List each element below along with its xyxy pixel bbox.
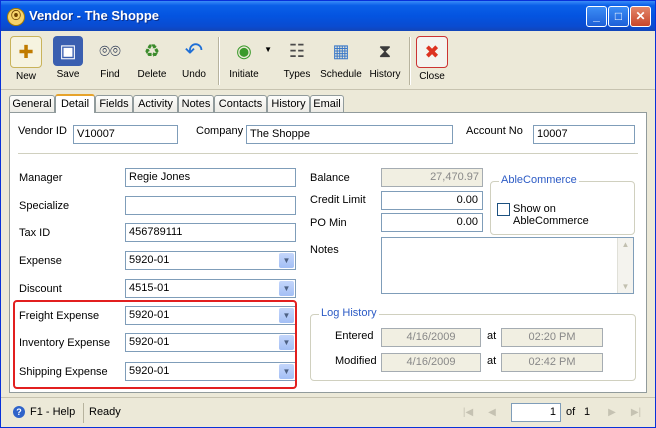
help-icon[interactable]: ? [13, 406, 25, 418]
previous-page-icon[interactable]: ◀ [483, 404, 501, 422]
types-icon: ☷ [288, 41, 306, 61]
tax-id-field[interactable]: 456789111 [125, 223, 296, 242]
modified-time-field: 02:42 PM [501, 353, 603, 372]
discount-combo[interactable]: 4515-01 ▼ [125, 279, 296, 298]
scroll-up-icon[interactable]: ▲ [619, 238, 632, 251]
highlight-box [13, 300, 297, 389]
manager-label: Manager [19, 172, 63, 184]
expense-label: Expense [19, 255, 62, 267]
page-of-label: of [566, 406, 576, 418]
tax-id-label: Tax ID [19, 227, 51, 239]
discount-value: 4515-01 [129, 282, 170, 294]
tab-general[interactable]: General [9, 95, 55, 112]
entered-time-field: 02:20 PM [501, 328, 603, 347]
modified-label: Modified [335, 355, 377, 367]
vendor-id-label: Vendor ID [18, 125, 67, 137]
po-min-field[interactable]: 0.00 [381, 213, 483, 232]
entered-at-label: at [487, 330, 497, 342]
entered-date-field: 4/16/2009 [381, 328, 481, 347]
tab-activity[interactable]: Activity [133, 95, 178, 112]
minimize-button[interactable]: _ [586, 6, 607, 27]
close-window-button[interactable]: ✕ [630, 6, 651, 27]
po-min-label: PO Min [310, 217, 347, 229]
status-bar: ? F1 - Help Ready |◀ ◀ 1 of 1 ▶ ▶| [1, 397, 655, 427]
credit-limit-field[interactable]: 0.00 [381, 191, 483, 210]
close-icon: ✖ [416, 36, 448, 68]
balance-field: 27,470.97 [381, 168, 483, 187]
company-label: Company [196, 125, 244, 137]
notes-scrollbar[interactable]: ▲ ▼ [617, 238, 633, 293]
specialize-label: Specialize [19, 200, 70, 212]
status-divider [83, 403, 84, 423]
tab-contacts[interactable]: Contacts [214, 95, 267, 112]
entered-label: Entered [335, 330, 374, 342]
save-button[interactable]: ▣ Save [46, 33, 90, 87]
company-field[interactable]: The Shoppe [246, 125, 453, 144]
save-icon: ▣ [53, 36, 83, 66]
account-no-field[interactable]: 10007 [533, 125, 635, 144]
tab-detail[interactable]: Detail [55, 94, 95, 113]
close-button[interactable]: ✖ Close [410, 33, 454, 87]
first-page-icon[interactable]: |◀ [459, 404, 477, 422]
account-no-label: Account No [466, 125, 523, 137]
modified-at-label: at [487, 355, 497, 367]
next-page-icon[interactable]: ▶ [603, 404, 621, 422]
toolbar-separator [218, 37, 220, 85]
traffic-light-icon: ◉ [236, 41, 252, 61]
undo-button[interactable]: ↶ Undo [172, 33, 216, 87]
vendor-window: ⦿ Vendor - The Shoppe _ □ ✕ ✚ New ▣ Save… [0, 0, 656, 428]
undo-icon: ↶ [184, 38, 204, 63]
initiate-dropdown-icon[interactable]: ▼ [264, 45, 272, 54]
delete-button[interactable]: ♻ Delete [130, 33, 174, 87]
new-icon: ✚ [10, 36, 42, 68]
schedule-button[interactable]: ▦ Schedule [319, 33, 363, 87]
schedule-icon: ▦ [332, 41, 350, 61]
manager-field[interactable]: Regie Jones [125, 168, 296, 187]
show-on-ablecommerce-label[interactable]: Show on AbleCommerce [513, 203, 634, 227]
expense-value: 5920-01 [129, 254, 170, 266]
chevron-down-icon[interactable]: ▼ [279, 281, 294, 296]
show-on-ablecommerce-checkbox[interactable] [497, 203, 510, 216]
status-ready: Ready [89, 406, 121, 418]
toolbar: ✚ New ▣ Save ⌾⌾ Find ♻ Delete ↶ Undo ◉ I… [1, 31, 655, 90]
discount-label: Discount [19, 283, 62, 295]
tab-fields[interactable]: Fields [95, 95, 133, 112]
tab-notes[interactable]: Notes [178, 95, 214, 112]
recycle-bin-icon: ♻ [143, 41, 161, 61]
help-label[interactable]: F1 - Help [30, 406, 75, 418]
title-bar: ⦿ Vendor - The Shoppe _ □ ✕ [1, 1, 655, 31]
tab-email[interactable]: Email [310, 95, 344, 112]
history-icon: ⧗ [378, 41, 392, 61]
app-icon: ⦿ [7, 8, 25, 26]
last-page-icon[interactable]: ▶| [627, 404, 645, 422]
log-history-group: Log History Entered 4/16/2009 at 02:20 P… [310, 307, 636, 381]
maximize-button[interactable]: □ [608, 6, 629, 27]
ablecommerce-legend: AbleCommerce [499, 174, 579, 186]
page-total: 1 [584, 406, 591, 418]
notes-textarea[interactable]: ▲ ▼ [381, 237, 634, 294]
divider [18, 153, 638, 154]
find-button[interactable]: ⌾⌾ Find [88, 33, 132, 87]
expense-combo[interactable]: 5920-01 ▼ [125, 251, 296, 270]
credit-limit-label: Credit Limit [310, 194, 366, 206]
vendor-id-field[interactable]: V10007 [73, 125, 178, 144]
scroll-down-icon[interactable]: ▼ [619, 280, 632, 293]
log-history-legend: Log History [319, 307, 379, 319]
initiate-button[interactable]: ◉ Initiate ▼ [222, 33, 272, 87]
notes-label: Notes [310, 244, 339, 256]
tab-history[interactable]: History [267, 95, 310, 112]
balance-label: Balance [310, 172, 350, 184]
window-title: Vendor - The Shoppe [29, 8, 160, 23]
history-button[interactable]: ⧗ History [363, 33, 407, 87]
ablecommerce-group: AbleCommerce Show on AbleCommerce [490, 174, 635, 235]
chevron-down-icon[interactable]: ▼ [279, 253, 294, 268]
page-number-input[interactable]: 1 [511, 403, 561, 422]
modified-date-field: 4/16/2009 [381, 353, 481, 372]
specialize-field[interactable] [125, 196, 296, 215]
new-button[interactable]: ✚ New [4, 33, 48, 87]
types-button[interactable]: ☷ Types [275, 33, 319, 87]
binoculars-icon: ⌾⌾ [99, 41, 121, 61]
